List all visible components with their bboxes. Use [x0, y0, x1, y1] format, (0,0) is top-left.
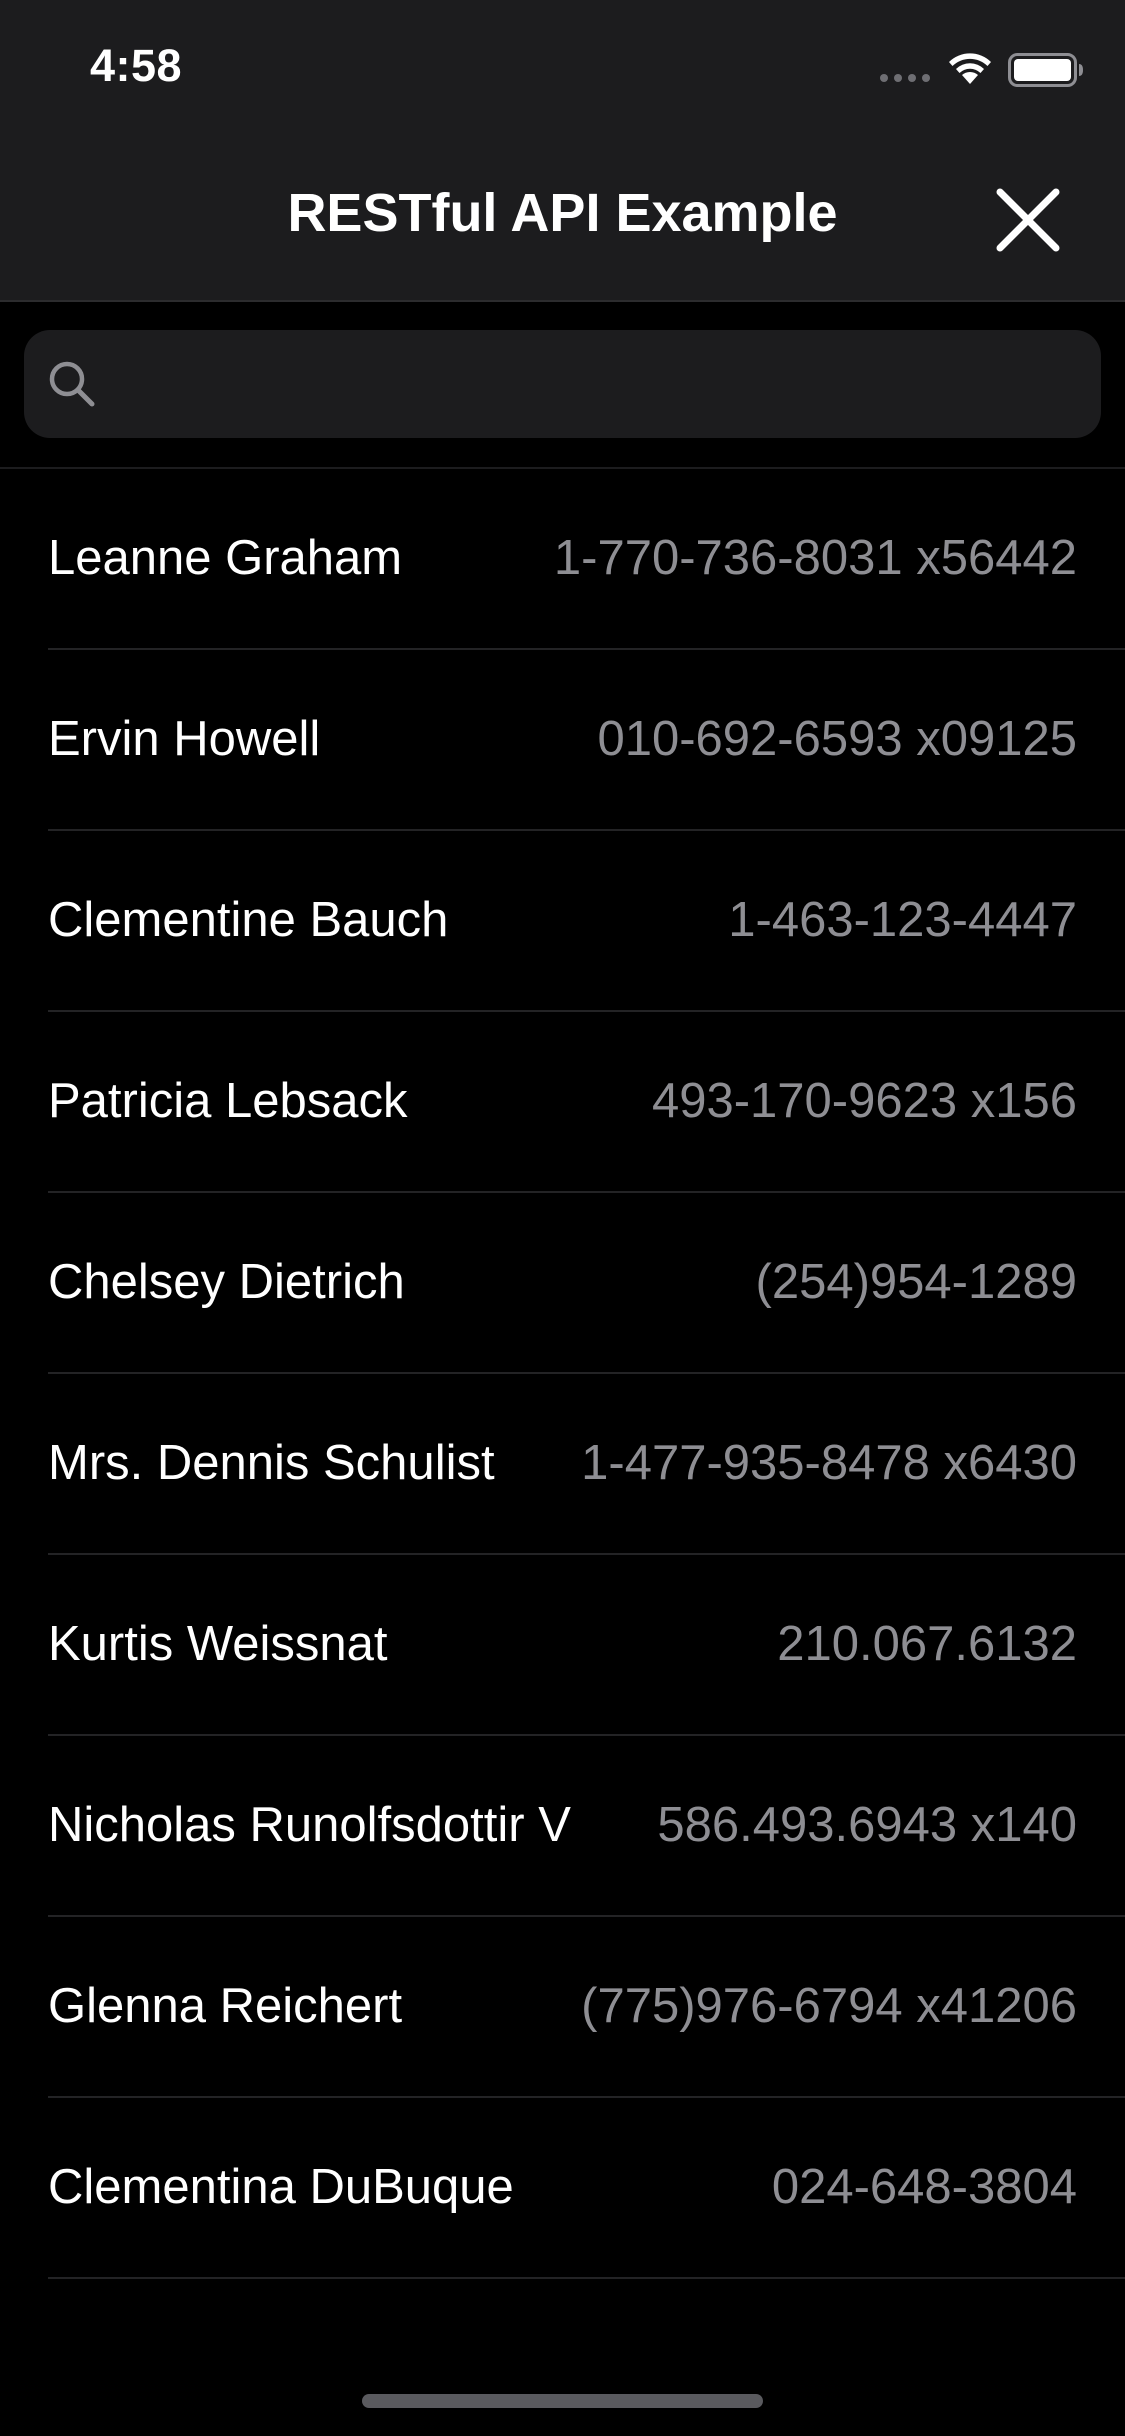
contact-name: Kurtis Weissnat: [48, 1617, 388, 1671]
contact-phone: 1-463-123-4447: [728, 893, 1077, 947]
contact-phone: 493-170-9623 x156: [651, 1074, 1077, 1128]
contact-phone: (254)954-1289: [755, 1255, 1077, 1309]
contact-name: Nicholas Runolfsdottir V: [48, 1798, 571, 1852]
contact-phone: 1-477-935-8478 x6430: [581, 1436, 1077, 1490]
status-bar: 4:58: [0, 0, 1125, 130]
page-title: RESTful API Example: [287, 183, 838, 243]
contact-phone: 586.493.6943 x140: [657, 1798, 1077, 1852]
contact-phone: (775)976-6794 x41206: [581, 1979, 1077, 2033]
contact-row[interactable]: Patricia Lebsack 493-170-9623 x156: [48, 1012, 1125, 1193]
contact-row[interactable]: Chelsey Dietrich (254)954-1289: [48, 1193, 1125, 1374]
contact-row[interactable]: Ervin Howell 010-692-6593 x09125: [48, 650, 1125, 831]
contact-name: Chelsey Dietrich: [48, 1255, 405, 1309]
contact-name: Patricia Lebsack: [48, 1074, 408, 1128]
contact-row[interactable]: Glenna Reichert (775)976-6794 x41206: [48, 1917, 1125, 2098]
contact-name: Glenna Reichert: [48, 1979, 403, 2033]
contact-phone: 210.067.6132: [777, 1617, 1077, 1671]
contact-name: Ervin Howell: [48, 712, 321, 766]
search-field[interactable]: [24, 330, 1101, 440]
search-icon: [49, 361, 95, 407]
navigation-bar: RESTful API Example: [0, 130, 1125, 302]
contact-row[interactable]: Kurtis Weissnat 210.067.6132: [48, 1555, 1125, 1736]
contact-name: Leanne Graham: [48, 531, 403, 585]
contact-phone: 024-648-3804: [771, 2160, 1077, 2214]
contact-list: Leanne Graham 1-770-736-8031 x56442 Ervi…: [0, 469, 1125, 2279]
contact-phone: 010-692-6593 x09125: [597, 712, 1077, 766]
battery-icon: [1008, 53, 1083, 87]
contact-row[interactable]: Leanne Graham 1-770-736-8031 x56442: [48, 469, 1125, 650]
contact-row[interactable]: Mrs. Dennis Schulist 1-477-935-8478 x643…: [48, 1374, 1125, 1555]
contact-row[interactable]: Nicholas Runolfsdottir V 586.493.6943 x1…: [48, 1736, 1125, 1917]
contact-row[interactable]: Clementina DuBuque 024-648-3804: [48, 2098, 1125, 2279]
wifi-icon: [949, 53, 991, 84]
close-icon[interactable]: [990, 182, 1066, 258]
contact-row[interactable]: Clementine Bauch 1-463-123-4447: [48, 831, 1125, 1012]
status-time: 4:58: [90, 40, 183, 91]
cellular-signal-icon: [880, 74, 930, 82]
search-bar: [0, 302, 1125, 469]
contact-name: Clementina DuBuque: [48, 2160, 514, 2214]
search-input[interactable]: [116, 330, 1080, 440]
contact-name: Clementine Bauch: [48, 893, 449, 947]
contact-name: Mrs. Dennis Schulist: [48, 1436, 495, 1490]
home-indicator[interactable]: [362, 2394, 763, 2408]
contact-phone: 1-770-736-8031 x56442: [553, 531, 1077, 585]
